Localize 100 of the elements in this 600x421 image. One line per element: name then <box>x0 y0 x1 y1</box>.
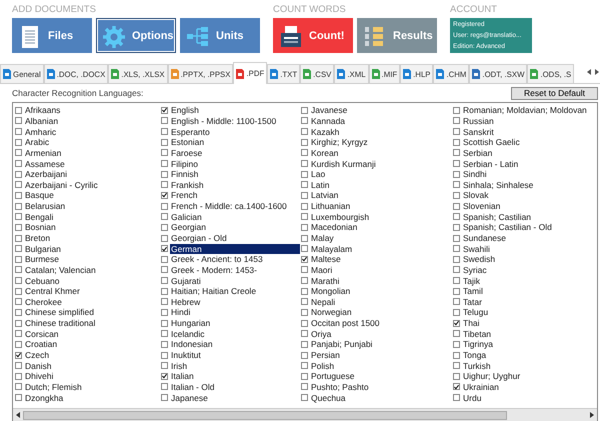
checkbox[interactable] <box>453 170 460 178</box>
checkbox[interactable] <box>15 106 22 114</box>
language-item[interactable]: Urdu <box>462 392 482 403</box>
checkbox[interactable] <box>161 224 168 231</box>
language-item[interactable]: Assamese <box>24 158 66 169</box>
checkbox[interactable] <box>301 383 308 390</box>
checkbox[interactable] <box>15 170 22 178</box>
checkbox[interactable] <box>301 160 308 168</box>
language-item[interactable]: Chinese simplified <box>24 307 95 318</box>
language-item[interactable]: Dzongkha <box>24 392 64 403</box>
language-item[interactable]: Sindhi <box>462 169 488 180</box>
language-item[interactable]: Georgian - Old <box>170 233 228 243</box>
checkbox[interactable] <box>161 383 168 390</box>
checkbox[interactable] <box>15 298 22 306</box>
checkbox[interactable] <box>161 160 168 168</box>
checkbox[interactable] <box>453 181 460 188</box>
language-item[interactable]: Latvian <box>310 190 340 200</box>
checkbox[interactable] <box>161 181 168 188</box>
language-item[interactable]: Belarusian <box>24 201 66 212</box>
checkbox[interactable] <box>301 362 308 370</box>
language-item[interactable]: Tigrinya <box>462 339 494 350</box>
checkbox[interactable] <box>453 352 460 359</box>
checkbox[interactable] <box>161 320 168 327</box>
checkbox[interactable] <box>161 298 168 306</box>
language-item[interactable]: Central Khmer <box>24 286 81 296</box>
language-item[interactable]: Norwegian <box>310 307 353 318</box>
checkbox[interactable] <box>301 288 308 295</box>
checkbox[interactable] <box>301 149 308 156</box>
language-item[interactable]: Indonesian <box>170 339 214 350</box>
language-item[interactable]: Inuktitut <box>170 350 202 360</box>
checkbox[interactable] <box>15 245 22 252</box>
checkbox[interactable] <box>301 213 308 220</box>
checkbox[interactable] <box>453 192 460 199</box>
checkbox[interactable] <box>453 394 460 402</box>
toolbar-button[interactable]: Count! <box>273 18 353 53</box>
checkbox[interactable] <box>161 352 168 359</box>
checkbox[interactable] <box>15 340 22 348</box>
checkbox[interactable] <box>453 160 460 168</box>
checkbox[interactable] <box>15 202 22 210</box>
language-item[interactable]: Quechua <box>310 392 346 403</box>
checkbox[interactable] <box>15 330 22 338</box>
language-item[interactable]: Italian <box>170 371 195 382</box>
language-item[interactable]: Albanian <box>24 116 60 126</box>
language-item[interactable]: German <box>170 244 300 254</box>
language-item[interactable]: Sanskrit <box>462 126 495 137</box>
checkbox[interactable] <box>301 192 308 199</box>
checkbox[interactable] <box>15 362 22 370</box>
checkbox[interactable] <box>161 192 168 199</box>
language-item[interactable]: Gujarati <box>170 276 202 286</box>
checkbox[interactable] <box>301 170 308 178</box>
checkbox[interactable] <box>161 106 168 114</box>
checkbox[interactable] <box>15 128 22 136</box>
language-item[interactable]: Russian <box>462 116 495 126</box>
language-item[interactable]: Tonga <box>462 350 488 360</box>
language-item[interactable]: Serbian - Latin <box>462 158 520 169</box>
language-item[interactable]: French - Middle: ca.1400-1600 <box>170 201 288 212</box>
checkbox[interactable] <box>15 383 22 390</box>
language-item[interactable]: Estonian <box>170 137 206 148</box>
language-item[interactable]: Basque <box>24 190 55 200</box>
checkbox[interactable] <box>15 117 22 124</box>
language-item[interactable]: English - Middle: 1100-1500 <box>170 116 278 126</box>
language-item[interactable]: Mongolian <box>310 286 352 296</box>
language-item[interactable]: Lithuanian <box>310 201 352 212</box>
language-item[interactable]: Panjabi; Punjabi <box>310 339 374 350</box>
checkbox[interactable] <box>15 352 22 359</box>
scroll-left-icon[interactable] <box>16 412 20 418</box>
checkbox[interactable] <box>301 298 308 306</box>
checkbox[interactable] <box>161 128 168 136</box>
checkbox[interactable] <box>15 372 22 380</box>
language-item[interactable]: Afrikaans <box>24 105 62 116</box>
language-item[interactable]: Esperanto <box>170 126 211 137</box>
checkbox[interactable] <box>453 340 460 348</box>
checkbox[interactable] <box>453 202 460 210</box>
language-item[interactable]: Bosnian <box>24 222 57 232</box>
language-item[interactable]: Pushto; Pashto <box>310 382 370 392</box>
language-item[interactable]: Faroese <box>170 148 204 158</box>
checkbox[interactable] <box>301 128 308 136</box>
checkbox[interactable] <box>161 288 168 295</box>
checkbox[interactable] <box>301 202 308 210</box>
language-item[interactable]: Azerbaijani - Cyrilic <box>24 180 99 190</box>
checkbox[interactable] <box>161 372 168 380</box>
language-item[interactable]: Greek - Modern: 1453- <box>170 264 258 275</box>
language-item[interactable]: Malayalam <box>310 244 354 254</box>
checkbox[interactable] <box>15 234 22 242</box>
scroll-left-icon[interactable] <box>587 69 592 75</box>
checkbox[interactable] <box>301 394 308 402</box>
checkbox[interactable] <box>453 117 460 124</box>
language-item[interactable]: Finnish <box>170 169 200 180</box>
language-item[interactable]: Maori <box>310 264 334 275</box>
checkbox[interactable] <box>301 308 308 316</box>
language-item[interactable]: Luxembourgish <box>310 212 370 222</box>
language-item[interactable]: Sundanese <box>462 233 508 243</box>
checkbox[interactable] <box>15 160 22 168</box>
checkbox[interactable] <box>301 245 308 252</box>
checkbox[interactable] <box>453 138 460 146</box>
reset-button[interactable]: Reset to Default <box>511 86 598 100</box>
language-item[interactable]: Latin <box>310 180 330 190</box>
checkbox[interactable] <box>161 202 168 210</box>
checkbox[interactable] <box>161 149 168 156</box>
checkbox[interactable] <box>453 149 460 156</box>
